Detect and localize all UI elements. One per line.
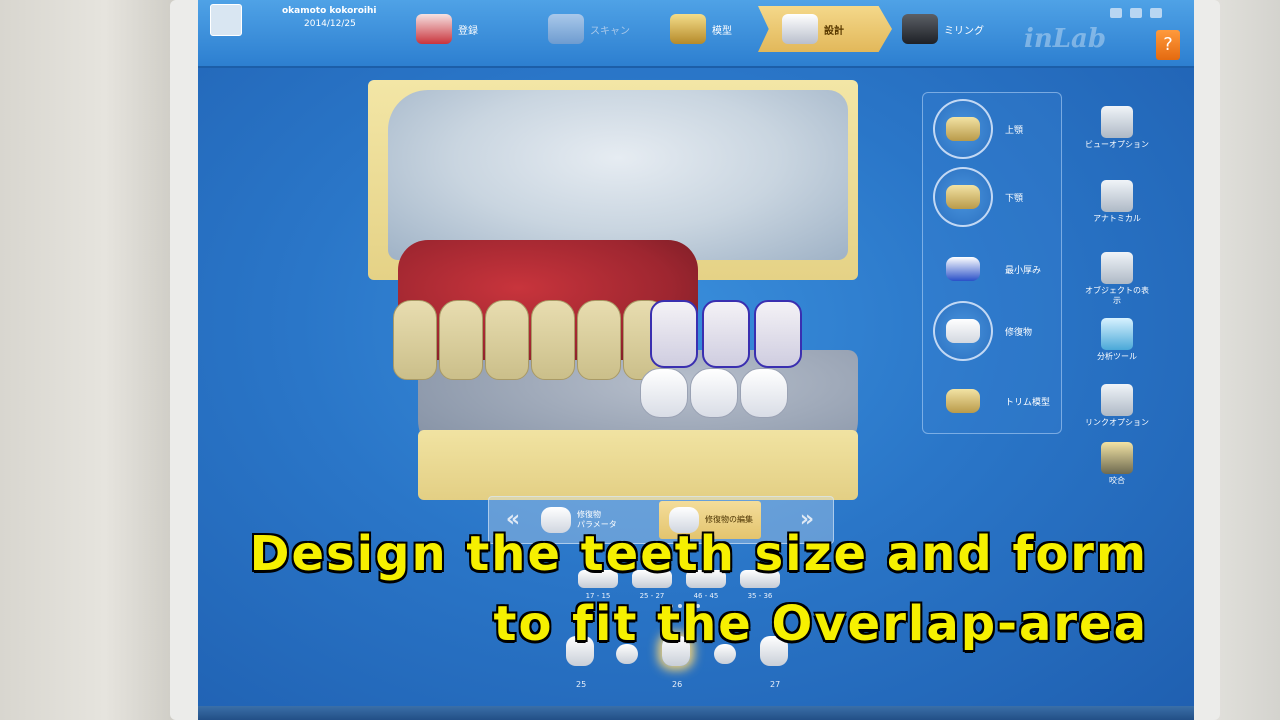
close-icon[interactable] (1150, 8, 1162, 18)
upper-jaw-icon (933, 99, 993, 159)
step-milling[interactable]: ミリング (902, 6, 984, 52)
anatomical-icon (1101, 180, 1133, 212)
object-upper-jaw[interactable]: 上顎 (933, 99, 1023, 159)
patient-icon (210, 4, 242, 36)
tool-label: リンクオプション (1085, 418, 1149, 427)
crown[interactable] (702, 300, 750, 368)
tooth-number: 25 (576, 680, 587, 689)
minimize-icon[interactable] (1110, 8, 1122, 18)
designed-crowns[interactable] (650, 300, 802, 368)
object-label: 修復物 (1005, 327, 1033, 338)
step-scan[interactable]: スキャン (548, 6, 630, 52)
tool-occlusion[interactable]: 咬合 (1082, 442, 1152, 486)
tooth (531, 300, 575, 380)
tool-object-display[interactable]: オブジェクトの表示 (1082, 252, 1152, 306)
step-design[interactable]: 設計 (758, 6, 892, 52)
restoration-icon (933, 301, 993, 361)
tool-label: オブジェクトの表示 (1085, 286, 1149, 305)
step-label: 模型 (712, 25, 732, 37)
model-icon (670, 14, 706, 44)
workflow-toolbar: okamoto kokoroihi 2014/12/25 登録 スキャン 模型 … (198, 0, 1194, 68)
min-thickness-icon (933, 239, 993, 299)
tool-label: 咬合 (1109, 476, 1125, 485)
step-model[interactable]: 模型 (670, 6, 732, 52)
crown[interactable] (754, 300, 802, 368)
analysis-tool-icon (1101, 318, 1133, 350)
object-restoration[interactable]: 修復物 (933, 301, 1032, 361)
caption-line-1: Design the teeth size and form (249, 526, 1148, 582)
upper-jaw-scan (388, 90, 848, 260)
patient-name: okamoto kokoroihi (282, 6, 377, 16)
tool-label: ビューオプション (1085, 140, 1149, 149)
tool-link-options[interactable]: リンクオプション (1082, 384, 1152, 428)
tool-anatomical[interactable]: アナトミカル (1082, 180, 1152, 224)
lower-crown[interactable] (740, 368, 788, 418)
natural-teeth (393, 300, 667, 380)
tooth-number: 26 (672, 680, 683, 689)
lower-jaw-icon (933, 167, 993, 227)
object-label: 最小厚み (1005, 265, 1042, 276)
step-label: スキャン (590, 25, 630, 37)
tooth (439, 300, 483, 380)
window-controls (1110, 8, 1162, 18)
milling-icon (902, 14, 938, 44)
object-lower-jaw[interactable]: 下顎 (933, 167, 1023, 227)
step-label: ミリング (944, 25, 984, 37)
scan-icon (548, 14, 584, 44)
tool-label: アナトミカル (1093, 214, 1141, 223)
lower-restorations[interactable] (640, 368, 788, 418)
link-options-icon (1101, 384, 1133, 416)
object-trim-model[interactable]: トリム模型 (933, 371, 1050, 431)
register-icon (416, 14, 452, 44)
tool-view-options[interactable]: ビューオプション (1082, 106, 1152, 150)
os-taskbar (198, 706, 1194, 720)
lower-crown[interactable] (690, 368, 738, 418)
object-min-thickness[interactable]: 最小厚み (933, 239, 1041, 299)
lower-crown[interactable] (640, 368, 688, 418)
inlab-logo: inLab (1024, 24, 1107, 54)
substep-label: 修復物の編集 (705, 515, 753, 524)
occlusion-icon (1101, 442, 1133, 474)
caption-line-2: to fit the Overlap-area (493, 596, 1148, 652)
tooth (577, 300, 621, 380)
maximize-icon[interactable] (1130, 8, 1142, 18)
design-icon (782, 14, 818, 44)
lower-model-base (418, 430, 858, 500)
tooth (485, 300, 529, 380)
tooth-number: 27 (770, 680, 781, 689)
step-label: 登録 (458, 25, 478, 37)
trim-model-icon (933, 371, 993, 431)
tool-analysis[interactable]: 分析ツール (1082, 318, 1152, 362)
object-label: 上顎 (1005, 125, 1024, 136)
object-panel: 上顎 下顎 最小厚み 修復物 トリム模型 (922, 92, 1062, 434)
tooth (393, 300, 437, 380)
patient-date: 2014/12/25 (304, 19, 356, 29)
view-options-icon (1101, 106, 1133, 138)
step-register[interactable]: 登録 (416, 6, 478, 52)
patient-info[interactable]: okamoto kokoroihi 2014/12/25 (204, 2, 384, 46)
help-button[interactable]: ? (1156, 30, 1180, 60)
object-label: 下顎 (1005, 193, 1024, 204)
object-display-icon (1101, 252, 1133, 284)
object-label: トリム模型 (1005, 397, 1051, 408)
step-label: 設計 (824, 25, 844, 37)
tool-label: 分析ツール (1097, 352, 1137, 361)
dental-3d-model[interactable] (358, 60, 868, 500)
crown[interactable] (650, 300, 698, 368)
